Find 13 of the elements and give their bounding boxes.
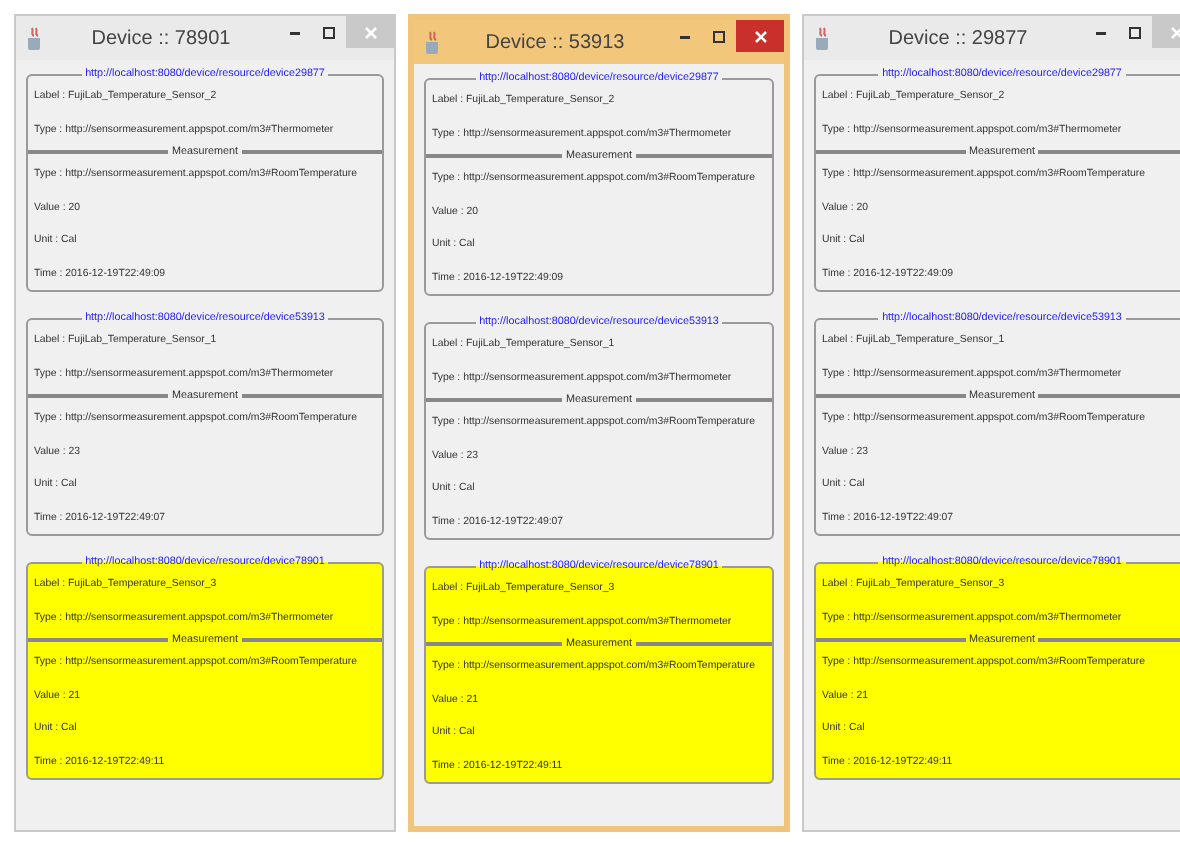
window-title: Device :: 53913 <box>483 31 627 53</box>
maximize-icon <box>1128 25 1142 39</box>
close-button[interactable] <box>736 20 784 52</box>
coffee-cup-icon <box>24 25 44 51</box>
maximize-icon <box>712 29 726 43</box>
window-title: Device :: 78901 <box>89 27 233 49</box>
close-icon <box>753 29 767 43</box>
maximize-icon <box>322 25 336 39</box>
coffee-cup-icon <box>812 25 832 51</box>
coffee-cup-icon <box>422 29 442 55</box>
close-icon <box>1169 25 1180 39</box>
window-title: Device :: 29877 <box>886 27 1030 49</box>
close-icon <box>363 25 377 39</box>
